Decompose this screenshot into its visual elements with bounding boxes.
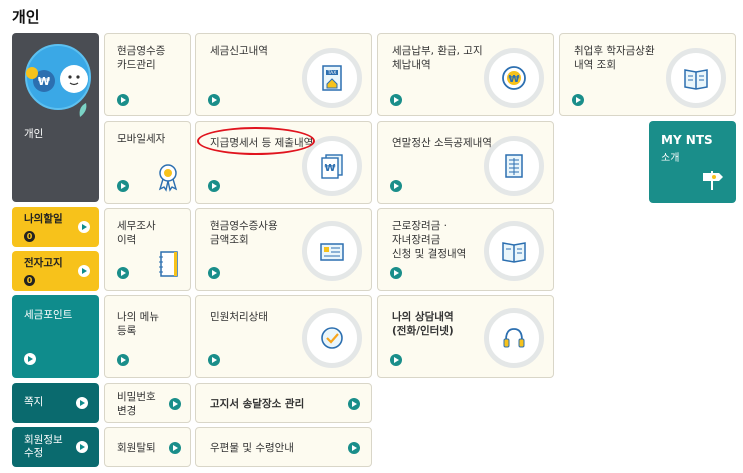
notice-count-badge: 0	[24, 275, 35, 286]
tile-tax-audit[interactable]: 세무조사 이력	[104, 208, 191, 291]
sidebar-e-notice[interactable]: 전자고지 0	[12, 251, 99, 291]
arrow-icon[interactable]	[348, 398, 360, 410]
tile-label: 연말정산 소득공제내역	[392, 137, 492, 149]
arrow-icon[interactable]	[117, 180, 129, 192]
member-arrow-icon[interactable]	[76, 441, 88, 453]
tile-label: 나의 메뉴 등록	[117, 311, 159, 337]
tile-petition-status[interactable]: 민원처리상태	[195, 295, 372, 378]
sidebar-todo[interactable]: 나의할일 0	[12, 207, 99, 247]
tile-label: 지급명세서 등 제출내역	[210, 137, 314, 149]
arrow-icon[interactable]	[390, 354, 402, 366]
open-book-icon	[666, 48, 726, 108]
sidebar-personal[interactable]: ₩ 개인	[12, 33, 99, 202]
sidebar-member-info[interactable]: 회원정보 수정	[12, 427, 99, 467]
arrow-icon[interactable]	[390, 94, 402, 106]
tile-tax-report[interactable]: 세금신고내역 TAX	[195, 33, 372, 116]
headset-icon	[484, 308, 544, 368]
arrow-icon[interactable]	[572, 94, 584, 106]
memo-label: 쪽지	[24, 396, 44, 408]
open-book-icon	[484, 221, 544, 281]
notebook-icon	[159, 251, 178, 277]
notice-label: 전자고지	[24, 257, 63, 269]
my-nts-intro-button[interactable]: MY NTS 소개	[649, 121, 736, 203]
tile-label: 회원탈퇴	[117, 442, 156, 454]
tile-label: 현금영수증 카드관리	[117, 45, 166, 71]
tile-label: 민원처리상태	[210, 311, 268, 323]
tile-my-menu[interactable]: 나의 메뉴 등록	[104, 295, 191, 378]
tile-label: 비밀번호 변경	[117, 391, 156, 417]
tile-student-loan[interactable]: 취업후 학자금상환 내역 조회	[559, 33, 736, 116]
tile-label: 근로장려금 · 자녀장려금 신청 및 결정내역	[392, 220, 467, 260]
tile-withdraw[interactable]: 회원탈퇴	[104, 427, 191, 467]
tile-label: 세금신고내역	[210, 45, 268, 57]
arrow-icon[interactable]	[169, 442, 181, 454]
tile-cash-receipt-card[interactable]: 현금영수증 카드관리	[104, 33, 191, 116]
tile-label: 우편물 및 수령안내	[210, 442, 294, 454]
arrow-icon[interactable]	[117, 94, 129, 106]
personal-character-icon: ₩	[25, 44, 91, 117]
arrow-icon[interactable]	[208, 267, 220, 279]
memo-arrow-icon[interactable]	[76, 397, 88, 409]
tax-points-label: 세금포인트	[24, 309, 73, 321]
tile-earned-income-credit[interactable]: 근로장려금 · 자녀장려금 신청 및 결정내역	[377, 208, 554, 291]
tile-label: 모바일세자	[117, 133, 166, 145]
svg-text:₩: ₩	[38, 75, 50, 88]
todo-label: 나의할일	[24, 213, 63, 225]
notice-arrow-icon[interactable]	[78, 265, 90, 277]
ledger-sheet-icon	[484, 136, 544, 196]
tax-document-icon: TAX	[302, 48, 362, 108]
tile-label: 현금영수증사용 금액조회	[210, 220, 278, 246]
arrow-icon[interactable]	[208, 180, 220, 192]
signpost-icon	[703, 171, 723, 190]
arrow-icon[interactable]	[117, 267, 129, 279]
award-ribbon-icon	[158, 164, 178, 192]
sidebar-tax-points[interactable]: 세금포인트	[12, 295, 99, 378]
tax-points-arrow-icon[interactable]	[24, 353, 36, 365]
won-documents-icon: ₩	[302, 136, 362, 196]
tile-mobile-tax[interactable]: 모바일세자	[104, 121, 191, 204]
member-info-label: 회원정보 수정	[24, 434, 63, 459]
tile-consult-history[interactable]: 나의 상담내역 (전화/인터넷)	[377, 295, 554, 378]
tile-tax-payment[interactable]: 세금납부, 환급, 고지 체납내역 ₩	[377, 33, 554, 116]
tile-label: 고지서 송달장소 관리	[210, 398, 305, 410]
tile-mail-guide[interactable]: 우편물 및 수령안내	[195, 427, 372, 467]
tile-label: 나의 상담내역 (전화/인터넷)	[392, 311, 454, 337]
sidebar-personal-label: 개인	[24, 128, 44, 140]
arrow-icon[interactable]	[208, 354, 220, 366]
my-nts-title: MY NTS	[661, 133, 713, 147]
tile-label: 세무조사 이력	[117, 220, 156, 246]
arrow-icon[interactable]	[169, 398, 181, 410]
arrow-icon[interactable]	[390, 267, 402, 279]
tile-label: 세금납부, 환급, 고지 체납내역	[392, 45, 483, 71]
todo-count-badge: 0	[24, 231, 35, 242]
svg-text:₩: ₩	[324, 163, 335, 174]
tile-year-end-settlement[interactable]: 연말정산 소득공제내역	[377, 121, 554, 204]
arrow-icon[interactable]	[208, 94, 220, 106]
won-coin-icon: ₩	[484, 48, 544, 108]
tile-cash-receipt-amount[interactable]: 현금영수증사용 금액조회	[195, 208, 372, 291]
my-nts-subtitle: 소개	[661, 153, 680, 164]
check-circle-icon	[302, 308, 362, 368]
svg-text:₩: ₩	[508, 74, 519, 85]
tile-payment-statement[interactable]: 지급명세서 등 제출내역 ₩	[195, 121, 372, 204]
page-title: 개인	[12, 8, 40, 26]
arrow-icon[interactable]	[390, 180, 402, 192]
todo-arrow-icon[interactable]	[78, 221, 90, 233]
tile-bill-address[interactable]: 고지서 송달장소 관리	[195, 383, 372, 423]
svg-text:TAX: TAX	[327, 70, 337, 76]
tile-change-password[interactable]: 비밀번호 변경	[104, 383, 191, 423]
tile-label: 취업후 학자금상환 내역 조회	[574, 45, 655, 71]
list-document-icon	[302, 221, 362, 281]
sidebar-memo[interactable]: 쪽지	[12, 383, 99, 423]
arrow-icon[interactable]	[348, 442, 360, 454]
arrow-icon[interactable]	[117, 354, 129, 366]
